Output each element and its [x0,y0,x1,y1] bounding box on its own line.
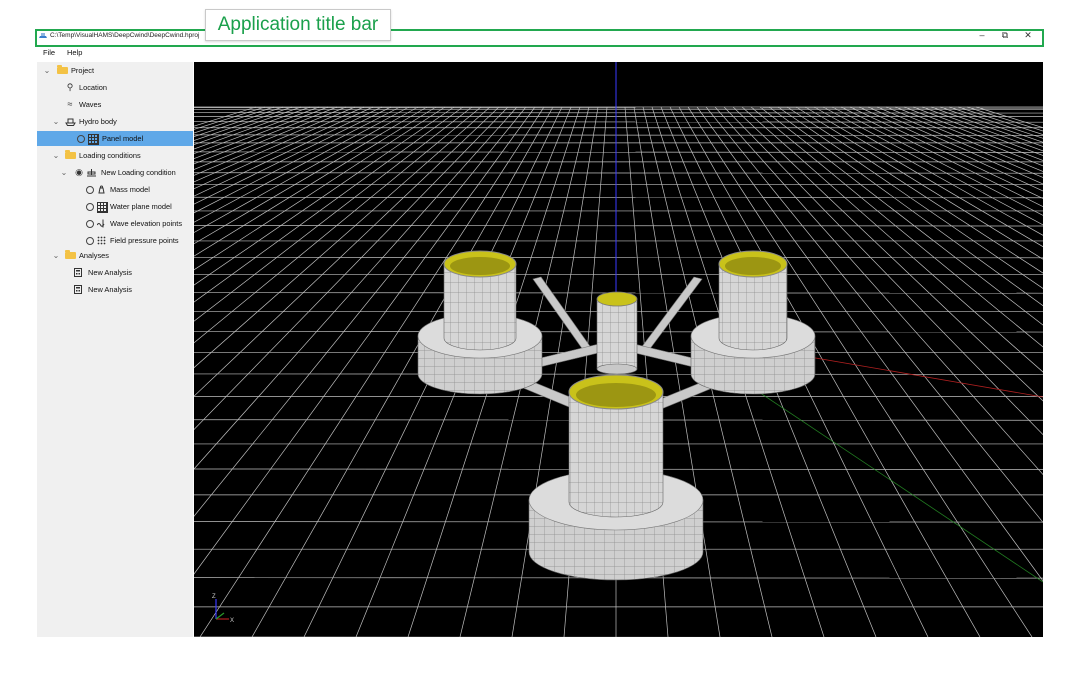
radio-icon[interactable] [86,203,94,211]
close-button[interactable]: ✕ [1017,29,1039,42]
tree-item-water-plane-model[interactable]: Water plane model [37,199,193,214]
scale-icon [87,169,96,177]
folder-icon [57,65,68,74]
tree-item-label: Analyses [79,251,109,260]
tree-item-label: New Analysis [88,268,132,277]
window-title: C:\Temp\VisualHAMS\DeepCwind\DeepCwind.h… [50,32,200,39]
folder-icon [65,150,76,159]
tree-item-analyses[interactable]: ⌄ Analyses [37,248,193,263]
tree-item-new-analysis[interactable]: New Analysis [37,265,193,280]
tree-item-loading-conditions[interactable]: ⌄ Loading conditions [37,148,193,163]
tree-item-wave-elevation-points[interactable]: Wave elevation points [37,216,193,231]
3d-scene[interactable]: Z X [194,62,1043,637]
chevron-down-icon[interactable]: ⌄ [43,63,51,78]
tree-item-new-analysis[interactable]: New Analysis [37,282,193,297]
center-column [596,291,638,375]
chevron-down-icon[interactable]: ⌄ [60,165,68,180]
axis-label-z: Z [212,594,216,600]
radio-icon[interactable] [86,237,94,245]
title-bar: C:\Temp\VisualHAMS\DeepCwind\DeepCwind.h… [37,30,1041,42]
tree-item-field-pressure-points[interactable]: Field pressure points [37,233,193,248]
app-icon [39,33,47,38]
chevron-down-icon[interactable]: ⌄ [52,148,60,163]
eye-icon[interactable]: ◉ [74,165,84,180]
tree-item-label: Hydro body [79,117,117,126]
radio-icon[interactable] [86,186,94,194]
menu-file[interactable]: File [43,48,55,57]
tree-item-waves[interactable]: ≈ Waves [37,97,193,112]
tree-item-label: Wave elevation points [110,219,183,228]
tree-item-label: Project [71,66,95,75]
tree-item-label: Mass model [110,185,150,194]
grid-icon [88,134,99,145]
tree-item-location[interactable]: ⚲ Location [37,80,193,95]
tree-item-label: Water plane model [110,202,172,211]
offset-column-right [690,250,816,395]
tree-item-panel-model[interactable]: Panel model [37,131,193,146]
wave-point-icon [97,219,105,228]
project-tree: ⌄ Project ⚲ Location ≈ Waves ⌄ Hydro bod… [37,62,193,637]
menu-bar: File Help [37,46,1043,60]
dot-grid-icon [97,236,106,245]
minimize-button[interactable]: – [971,29,993,42]
grid-icon [97,202,108,213]
annotation-label: Application title bar [205,9,391,41]
menu-help[interactable]: Help [67,48,82,57]
tree-item-label: New Loading condition [101,168,176,177]
radio-icon[interactable] [86,220,94,228]
tree-item-label: Waves [79,100,102,109]
axis-label-x: X [230,618,234,624]
tree-item-label: Loading conditions [79,151,141,160]
chevron-down-icon[interactable]: ⌄ [52,248,60,263]
radio-icon[interactable] [77,135,85,143]
chevron-down-icon[interactable]: ⌄ [52,114,60,129]
tree-item-new-loading-condition[interactable]: ⌄ ◉ New Loading condition [37,165,193,180]
tree-item-label: Location [79,83,107,92]
tree-item-label: Field pressure points [110,236,179,245]
weight-icon [98,185,105,194]
tree-item-hydro-body[interactable]: ⌄ Hydro body [37,114,193,129]
tree-item-project[interactable]: ⌄ Project [37,63,193,78]
ship-icon [65,118,76,126]
tree-item-label: New Analysis [88,285,132,294]
waves-icon: ≈ [67,99,73,109]
offset-column-front [528,374,704,581]
tree-item-label: Panel model [102,134,144,143]
3d-viewport[interactable]: Z X [194,62,1043,637]
calculator-icon [74,285,82,294]
folder-icon [65,250,76,259]
location-pin-icon: ⚲ [66,82,74,92]
restore-button[interactable]: ⧉ [994,29,1016,42]
calculator-icon [74,268,82,277]
tree-item-mass-model[interactable]: Mass model [37,182,193,197]
